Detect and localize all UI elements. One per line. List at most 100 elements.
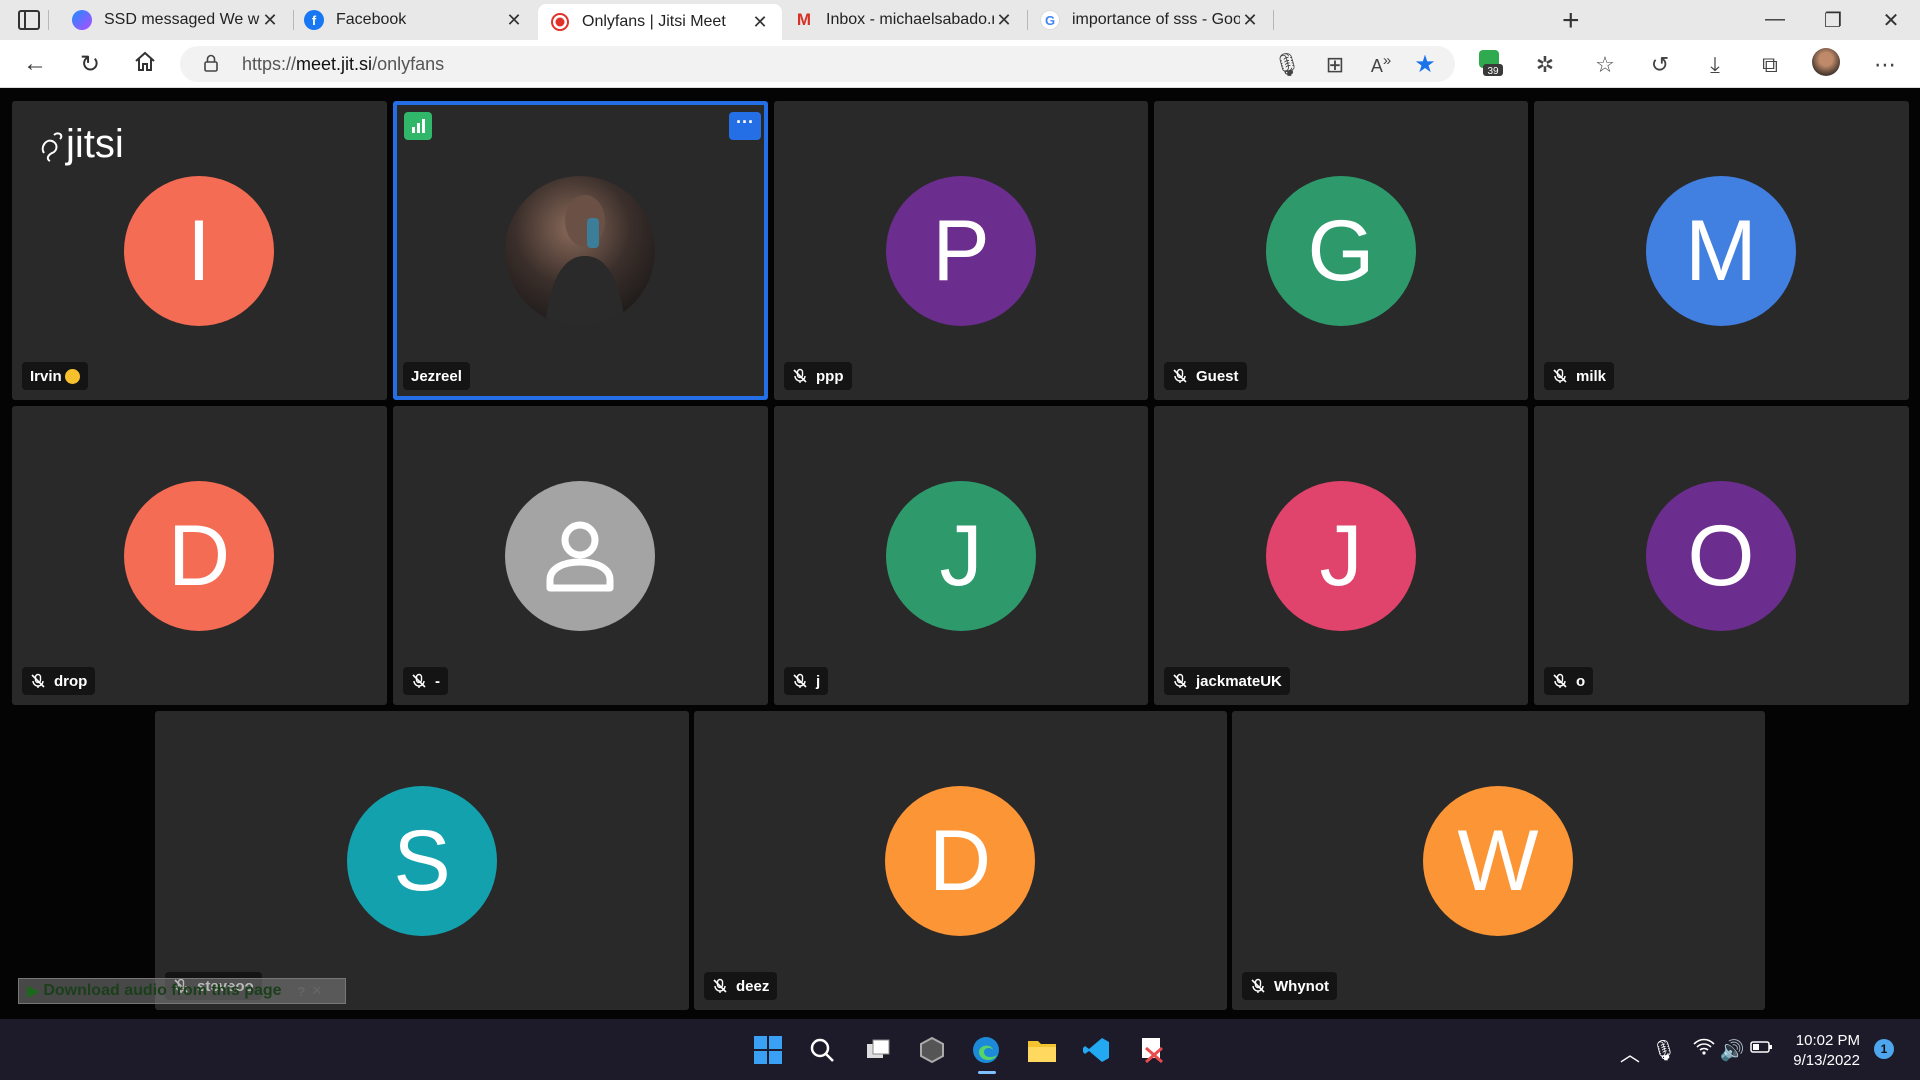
- address-bar[interactable]: https://meet.jit.si/onlyfans 🎙 ⊞ A» ★: [180, 46, 1455, 82]
- extension-icon[interactable]: 39: [1475, 48, 1505, 84]
- participant-tile[interactable]: W Whynot: [1232, 711, 1765, 1010]
- tab-jitsi-meet[interactable]: Onlyfans | Jitsi Meet ✕: [538, 4, 782, 40]
- tab-gmail[interactable]: M Inbox - michaelsabado.ms04@g ✕: [782, 0, 1026, 40]
- download-icon[interactable]: ⤓: [1700, 52, 1730, 78]
- windows-start-icon[interactable]: [752, 1034, 784, 1066]
- notification-badge[interactable]: 1: [1874, 1039, 1894, 1059]
- minimize-icon[interactable]: —: [1760, 8, 1790, 31]
- avatar: O: [1646, 481, 1796, 631]
- url-text[interactable]: https://meet.jit.si/onlyfans: [242, 54, 444, 75]
- volume-icon[interactable]: 🔊: [1718, 1038, 1746, 1063]
- active-app-indicator: [978, 1071, 996, 1074]
- settings-more-icon[interactable]: ⋯: [1870, 52, 1900, 78]
- participant-tile[interactable]: D drop: [12, 406, 387, 705]
- search-icon[interactable]: [806, 1034, 838, 1066]
- participant-tile[interactable]: M milk: [1534, 101, 1909, 400]
- jitsi-logo: jitsi: [38, 122, 124, 167]
- microphone-tray-icon[interactable]: 🎙: [1650, 1038, 1678, 1063]
- home-icon[interactable]: [130, 50, 160, 81]
- close-window-icon[interactable]: ✕: [1876, 8, 1906, 33]
- more-options-icon[interactable]: ···: [729, 112, 761, 140]
- close-tab-icon[interactable]: ✕: [504, 10, 524, 31]
- mic-muted-icon: [1251, 978, 1265, 993]
- system-clock[interactable]: 10:02 PM 9/13/2022: [1780, 1031, 1860, 1071]
- participant-tile[interactable]: S steveoo: [155, 711, 689, 1010]
- close-tab-icon[interactable]: ✕: [994, 10, 1014, 31]
- new-tab-icon[interactable]: +: [1562, 4, 1580, 38]
- participant-tile[interactable]: P ppp: [774, 101, 1148, 400]
- favorites-icon[interactable]: ☆: [1590, 52, 1620, 78]
- windows-taskbar: ︿ 🎙 🔊 10:02 PM 9/13/2022 1: [0, 1019, 1920, 1080]
- avatar: G: [1266, 176, 1416, 326]
- mic-muted-icon: [793, 368, 807, 383]
- read-aloud-icon[interactable]: A»: [1366, 52, 1396, 77]
- avatar: P: [886, 176, 1036, 326]
- restore-icon[interactable]: ❐: [1818, 8, 1848, 33]
- vscode-icon[interactable]: [1080, 1034, 1112, 1066]
- mic-muted-icon: [713, 978, 727, 993]
- tab-separator: [48, 10, 49, 30]
- mic-muted-icon: [1173, 368, 1187, 383]
- lock-icon[interactable]: [204, 54, 218, 72]
- file-explorer-icon[interactable]: [1026, 1034, 1058, 1066]
- favorite-star-icon[interactable]: ★: [1410, 50, 1440, 79]
- edge-browser-icon[interactable]: [970, 1034, 1002, 1066]
- profile-avatar-icon[interactable]: [1812, 48, 1842, 76]
- avatar: D: [124, 481, 274, 631]
- show-hidden-icons-icon[interactable]: ︿: [1616, 1038, 1644, 1067]
- history-icon[interactable]: ↺: [1645, 52, 1675, 78]
- close-tab-icon[interactable]: ✕: [260, 10, 280, 31]
- person-photo-icon: [545, 195, 625, 326]
- close-tab-icon[interactable]: ✕: [750, 12, 770, 33]
- close-tab-icon[interactable]: ✕: [1240, 10, 1260, 31]
- avatar: W: [1423, 786, 1573, 936]
- record-icon: [550, 12, 570, 32]
- battery-icon[interactable]: [1748, 1038, 1776, 1061]
- wifi-icon[interactable]: [1690, 1038, 1718, 1062]
- avatar: I: [124, 176, 274, 326]
- participant-tile[interactable]: -: [393, 406, 768, 705]
- name-label: Irvin: [22, 362, 88, 390]
- avatar: S: [347, 786, 497, 936]
- name-label: Jezreel: [403, 362, 470, 390]
- extensions-puzzle-icon[interactable]: ✲: [1530, 52, 1560, 78]
- name-label: milk: [1544, 362, 1615, 390]
- facebook-icon: f: [304, 10, 324, 30]
- collections-icon[interactable]: ⧉: [1755, 52, 1785, 78]
- refresh-icon[interactable]: ↻: [75, 50, 105, 79]
- help-icon[interactable]: ?: [298, 984, 306, 999]
- name-label: jackmateUK: [1164, 667, 1290, 695]
- google-icon: G: [1040, 10, 1060, 30]
- name-label: drop: [22, 667, 96, 695]
- messenger-icon: [72, 10, 92, 30]
- apps-icon[interactable]: ⊞: [1320, 52, 1350, 78]
- download-audio-bar[interactable]: ▶ Download audio from this page ? ✕: [18, 978, 346, 1004]
- name-label: -: [403, 667, 448, 695]
- participant-tile[interactable]: O o: [1534, 406, 1909, 705]
- microphone-icon[interactable]: 🎙: [1272, 52, 1302, 78]
- back-icon[interactable]: ←: [20, 50, 50, 78]
- close-icon[interactable]: ✕: [312, 983, 323, 999]
- name-label: Guest: [1164, 362, 1247, 390]
- app-hex-icon[interactable]: [916, 1034, 948, 1066]
- avatar: J: [886, 481, 1036, 631]
- play-icon: ▶: [27, 983, 40, 1000]
- participant-tile[interactable]: J j: [774, 406, 1148, 705]
- avatar: [505, 481, 655, 631]
- participant-tile-active[interactable]: ··· Jezreel: [393, 101, 768, 400]
- participant-tile[interactable]: D deez: [694, 711, 1227, 1010]
- connection-indicator-icon[interactable]: [404, 112, 432, 140]
- browser-toolbar: ← ↻ https://meet.jit.si/onlyfans 🎙 ⊞ A» …: [0, 40, 1920, 88]
- name-label: j: [784, 667, 829, 695]
- tab-messenger[interactable]: SSD messaged We work as one : ✕: [60, 0, 292, 40]
- task-view-icon[interactable]: [862, 1034, 894, 1066]
- tab-facebook[interactable]: f Facebook ✕: [292, 0, 536, 40]
- name-label: Whynot: [1242, 972, 1337, 1000]
- participant-tile[interactable]: J jackmateUK: [1154, 406, 1528, 705]
- snipping-tool-icon[interactable]: [1136, 1034, 1168, 1066]
- tab-google-search[interactable]: G importance of sss - Google Searc ✕: [1028, 0, 1272, 40]
- mic-muted-icon: [1173, 673, 1187, 688]
- tab-actions-icon[interactable]: [18, 10, 40, 30]
- participant-tile[interactable]: G Guest: [1154, 101, 1528, 400]
- svg-text:39: 39: [1487, 66, 1499, 77]
